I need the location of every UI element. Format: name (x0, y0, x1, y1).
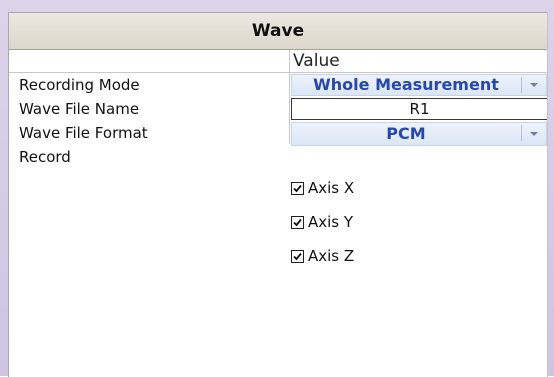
row-record: Record (9, 145, 547, 169)
checkmark-icon[interactable] (291, 182, 304, 195)
recording-mode-dropdown[interactable]: Whole Measurement (291, 74, 547, 96)
row-wave-file-name: Wave File Name R1 (9, 97, 547, 121)
wave-file-format-value: PCM (386, 124, 426, 143)
record-label: Record (19, 148, 71, 166)
dropdown-separator (521, 77, 522, 93)
dropdown-separator (521, 125, 522, 141)
row-recording-mode: Recording Mode Whole Measurement (9, 73, 547, 97)
wave-file-format-dropdown[interactable]: PCM (291, 122, 547, 146)
wave-file-format-label: Wave File Format (19, 124, 148, 142)
wave-file-name-label: Wave File Name (19, 100, 140, 118)
recording-mode-label: Recording Mode (19, 76, 140, 94)
property-panel: Wave Value Recording Mode Whole Measurem… (8, 12, 548, 377)
axis-y-label: Axis Y (308, 213, 354, 231)
checkmark-icon[interactable] (291, 216, 304, 229)
recording-mode-value: Whole Measurement (313, 75, 499, 94)
panel-title: Wave (9, 13, 547, 50)
grid-header: Value (9, 50, 547, 73)
window-frame: Wave Value Recording Mode Whole Measurem… (0, 0, 554, 377)
chevron-down-icon[interactable] (530, 132, 538, 136)
value-column-header: Value (293, 51, 340, 71)
axis-x-label: Axis X (308, 179, 355, 197)
axis-z-label: Axis Z (308, 247, 355, 265)
wave-file-name-input[interactable]: R1 (291, 98, 547, 120)
chevron-down-icon[interactable] (530, 83, 538, 87)
checkmark-icon[interactable] (291, 250, 304, 263)
row-wave-file-format: Wave File Format PCM (9, 121, 547, 146)
